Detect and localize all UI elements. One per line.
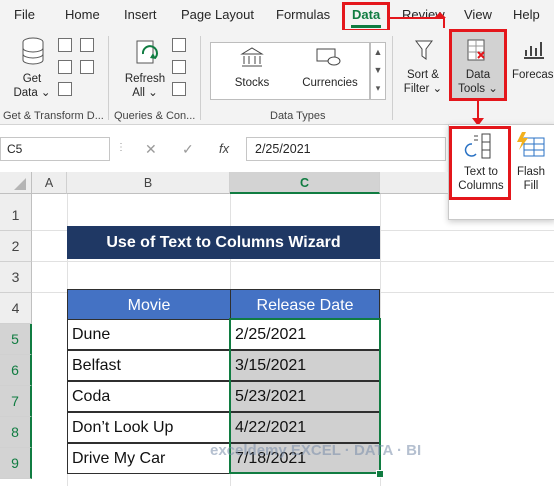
row-header-6[interactable]: 6 [0, 355, 32, 386]
forecast-icon [524, 42, 544, 59]
table-cell-movie[interactable]: Don’t Look Up [67, 412, 231, 443]
group-separator [392, 36, 393, 120]
sort-filter-dropdown-label: Filter ⌄ [403, 83, 443, 95]
row-header-8[interactable]: 8 [0, 417, 32, 448]
database-icon [22, 37, 44, 65]
flash-fill-label: Flash [516, 166, 546, 178]
queries-connections-icon[interactable] [172, 38, 186, 52]
existing-connections-icon[interactable] [80, 60, 94, 74]
flash-fill-label-2: Fill [523, 180, 539, 192]
gallery-scroll[interactable]: ▲ ▼ ▾ [370, 42, 386, 100]
table-header-release-date[interactable]: Release Date [230, 289, 380, 320]
watermark: exceldemy EXCEL · DATA · BI [210, 442, 422, 459]
group-separator [200, 36, 201, 120]
select-all-corner[interactable] [0, 172, 32, 194]
flash-fill-icon [517, 132, 545, 157]
currencies-button[interactable]: Currencies [296, 76, 364, 90]
sheet-title-cell[interactable]: Use of Text to Columns Wizard [67, 226, 380, 259]
filter-icon [415, 40, 433, 60]
flash-fill-button[interactable]: Flash Fill [512, 165, 550, 193]
stocks-icon [240, 47, 264, 67]
stocks-button[interactable]: Stocks [226, 76, 278, 90]
tab-insert[interactable]: Insert [124, 7, 157, 22]
table-cell-movie[interactable]: Drive My Car [67, 443, 231, 474]
table-header-movie[interactable]: Movie [67, 289, 231, 320]
ribbon-tab-bar: File Home Insert Page Layout Formulas Da… [0, 0, 554, 30]
group-get-transform: Get & Transform D... [3, 110, 104, 122]
row-header-9[interactable]: 9 [0, 448, 32, 479]
get-data-dropdown-label: Data ⌄ [13, 87, 51, 99]
name-box[interactable]: C5 [0, 137, 110, 161]
fill-handle[interactable] [376, 470, 384, 478]
sort-filter-button[interactable]: Sort & Filter ⌄ [398, 68, 448, 96]
forecast-button[interactable]: Forecas [512, 68, 554, 82]
insert-function-icon[interactable]: fx [219, 141, 229, 156]
row-header-1[interactable]: 1 [0, 200, 32, 231]
data-types-gallery [210, 42, 370, 100]
table-cell-movie[interactable]: Coda [67, 381, 231, 412]
edit-links-icon[interactable] [172, 82, 186, 96]
row-header-2[interactable]: 2 [0, 231, 32, 262]
from-web-icon[interactable] [58, 60, 72, 74]
get-data-label: Get [22, 73, 42, 85]
table-cell-movie[interactable]: Belfast [67, 350, 231, 381]
currencies-icon [316, 48, 341, 66]
sort-filter-label: Sort & [407, 69, 439, 81]
cancel-icon[interactable]: ✕ [145, 141, 157, 158]
row-header-spacer [0, 194, 32, 200]
properties-icon[interactable] [172, 60, 186, 74]
recent-sources-icon[interactable] [80, 38, 94, 52]
row-header-7[interactable]: 7 [0, 386, 32, 417]
text-to-columns-highlight [449, 126, 511, 200]
column-header-c[interactable]: C [230, 172, 380, 194]
row-header-3[interactable]: 3 [0, 262, 32, 293]
from-text-icon[interactable] [58, 38, 72, 52]
column-header-a[interactable]: A [32, 172, 67, 194]
from-table-icon[interactable] [58, 82, 72, 96]
group-separator [108, 36, 109, 120]
formula-input[interactable]: 2/25/2021 [246, 137, 446, 161]
refresh-icon [136, 40, 158, 64]
group-queries: Queries & Con... [114, 110, 196, 122]
tab-home[interactable]: Home [65, 7, 100, 22]
arrow-to-data-tools-icon [390, 12, 446, 28]
refresh-all-dropdown-label: All ⌄ [132, 87, 158, 99]
column-header-b[interactable]: B [67, 172, 230, 194]
name-box-dropdown-icon[interactable]: ⋮ [116, 142, 126, 153]
get-data-button[interactable]: Get Data ⌄ [10, 72, 54, 100]
gridline [32, 261, 554, 262]
tab-formulas[interactable]: Formulas [276, 7, 330, 22]
column-header-empty [380, 172, 448, 194]
tab-help[interactable]: Help [513, 7, 540, 22]
refresh-all-label: Refresh [124, 73, 166, 85]
tab-file[interactable]: File [14, 7, 35, 22]
row-header-4[interactable]: 4 [0, 293, 32, 324]
refresh-all-button[interactable]: Refresh All ⌄ [120, 72, 170, 100]
select-all-icon [14, 178, 26, 190]
enter-icon[interactable]: ✓ [182, 141, 194, 158]
group-data-types: Data Types [270, 110, 326, 122]
row-header-5[interactable]: 5 [0, 324, 32, 355]
table-cell-movie[interactable]: Dune [67, 319, 231, 350]
tab-view[interactable]: View [464, 7, 492, 22]
tab-page-layout[interactable]: Page Layout [181, 7, 254, 22]
data-tab-highlight [342, 2, 390, 32]
